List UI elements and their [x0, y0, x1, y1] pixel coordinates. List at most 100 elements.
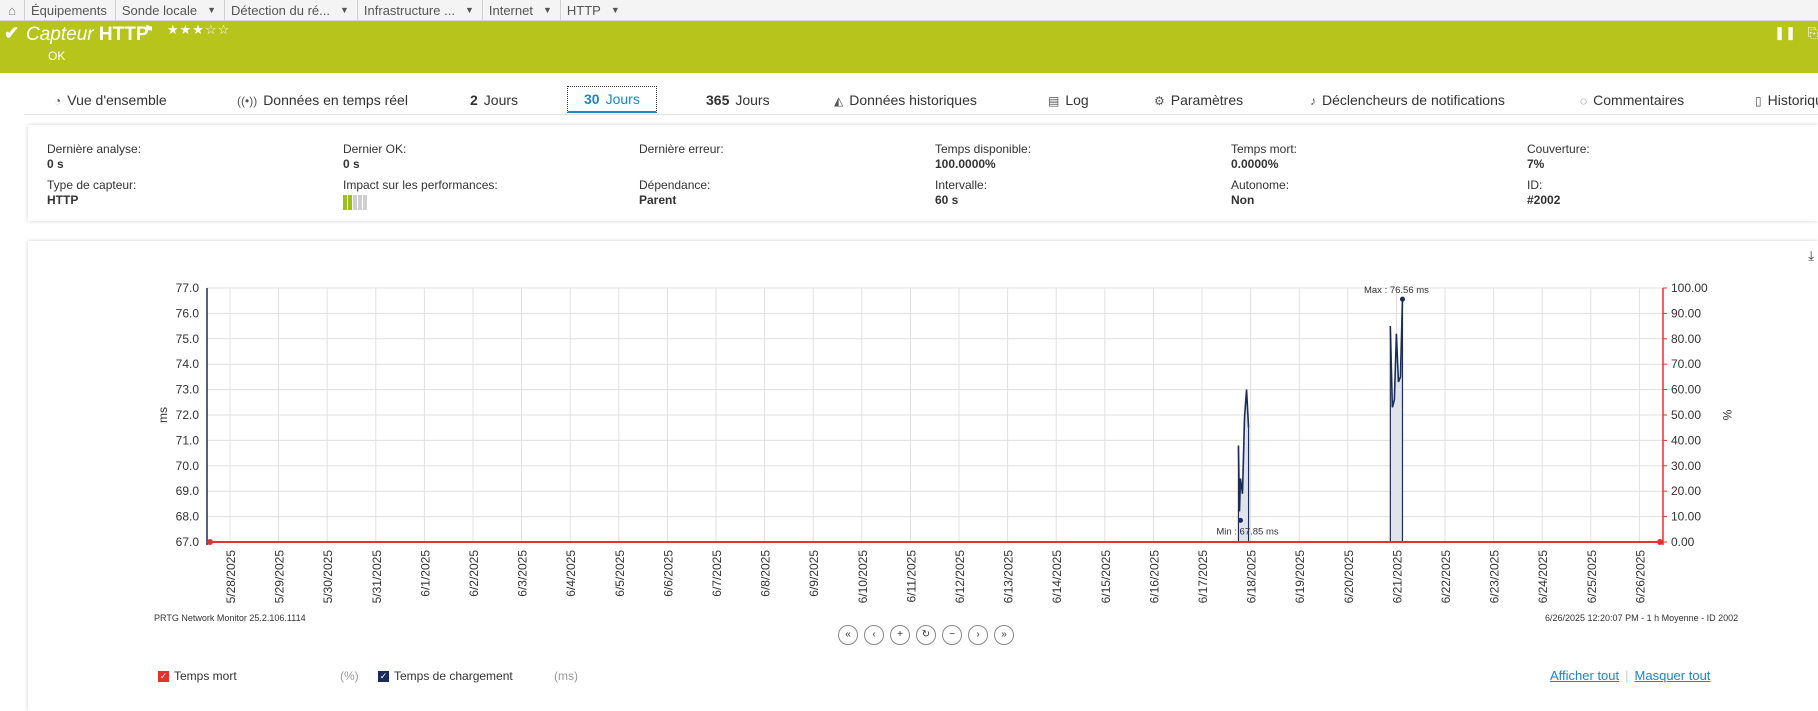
y-tick-label-left: 73.0 — [176, 383, 200, 397]
downtime-endpoint — [1657, 539, 1663, 545]
info-last-error: Dernière erreur: — [639, 142, 724, 157]
info-dependency: Dépendance: Parent — [639, 178, 710, 207]
tab-number: 30 — [584, 91, 600, 107]
tab-log[interactable]: ▤ Log — [1048, 88, 1089, 112]
x-tick-label: 6/13/2025 — [1002, 550, 1016, 604]
info-label: Dernier OK: — [343, 142, 407, 156]
separator: | — [1625, 668, 1629, 683]
breadcrumb-item-internet[interactable]: Internet ▼ — [481, 0, 560, 20]
checkbox-checked-icon[interactable]: ✓ — [378, 670, 389, 682]
info-coverage: Couverture: 7% — [1527, 142, 1590, 171]
y-tick-label-left: 68.0 — [176, 510, 200, 524]
x-tick-label: 6/7/2025 — [710, 550, 724, 597]
breadcrumb-item-infrastructure[interactable]: Infrastructure ... ▼ — [356, 0, 482, 20]
y-tick-label-left: 75.0 — [176, 332, 200, 346]
y-tick-label-right: 0.00 — [1671, 535, 1695, 549]
tab-label: Jours — [605, 91, 640, 107]
pause-icon[interactable]: ❚❚ — [1774, 25, 1796, 40]
info-value: 0 s — [343, 157, 360, 171]
breadcrumb-item-sonde[interactable]: Sonde locale ▼ — [114, 0, 224, 20]
legend-item-downtime[interactable]: ✓ Temps mort — [158, 669, 237, 683]
title-sensor-kind: Capteur — [26, 24, 94, 45]
info-label: Dernière analyse: — [47, 142, 142, 156]
tab-historic-data[interactable]: ◭ Données historiques — [834, 88, 977, 112]
x-tick-label: 6/26/2025 — [1633, 550, 1647, 604]
info-value: 100.0000% — [935, 157, 996, 171]
x-tick-label: 6/1/2025 — [418, 550, 432, 597]
breadcrumb-item-http[interactable]: HTTP ▼ — [559, 0, 628, 20]
checkbox-checked-icon[interactable]: ✓ — [158, 670, 169, 682]
impact-bar — [348, 195, 352, 210]
tab-label: Données en temps réel — [263, 92, 408, 108]
breadcrumb: ⌂ Équipements Sonde locale ▼ Détection du… — [0, 0, 1818, 21]
show-all-link[interactable]: Afficher tout — [1550, 668, 1619, 683]
zoom-out-button[interactable]: − — [942, 625, 962, 645]
last-page-button[interactable]: » — [994, 625, 1014, 645]
tab-notification-triggers[interactable]: ♪ Déclencheurs de notifications — [1310, 88, 1505, 112]
chevron-down-icon[interactable]: ▼ — [543, 5, 552, 15]
y-axis-label-right: % — [1720, 410, 1734, 421]
info-label: ID: — [1527, 178, 1543, 192]
legend-item-loading-time[interactable]: ✓ Temps de chargement — [378, 669, 513, 683]
info-label: Couverture: — [1527, 142, 1590, 156]
breadcrumb-item-detection[interactable]: Détection du ré... ▼ — [223, 0, 357, 20]
tab-history[interactable]: ▯ Historique — [1755, 88, 1818, 112]
home-icon[interactable]: ⌂ — [0, 3, 24, 18]
tab-label: Jours — [735, 92, 770, 108]
tab-live-data[interactable]: ((•)) Données en temps réel — [237, 88, 408, 112]
x-tick-label: 6/24/2025 — [1536, 550, 1550, 604]
tab-30-days[interactable]: 30 Jours — [567, 86, 657, 113]
x-tick-label: 6/19/2025 — [1293, 550, 1307, 604]
clone-icon[interactable]: ⎘ — [1808, 25, 1818, 40]
bell-icon: ♪ — [1310, 94, 1316, 108]
next-button[interactable]: › — [968, 625, 988, 645]
chevron-down-icon[interactable]: ▼ — [611, 5, 620, 15]
tab-settings[interactable]: ⚙ Paramètres — [1154, 88, 1243, 112]
tab-label: Jours — [483, 92, 519, 108]
info-value: #2002 — [1527, 193, 1561, 207]
hide-all-link[interactable]: Masquer tout — [1635, 668, 1711, 683]
chevron-down-icon[interactable]: ▼ — [340, 5, 349, 15]
status-badge: OK — [48, 49, 66, 63]
y-tick-label-right: 100.00 — [1671, 281, 1708, 295]
area-chart-icon: ◭ — [834, 94, 844, 108]
priority-stars[interactable]: ★★★☆☆ — [167, 22, 230, 38]
info-last-scan: Dernière analyse: 0 s — [47, 142, 141, 171]
y-axis-label-left: ms — [156, 407, 170, 423]
x-tick-label: 6/5/2025 — [613, 550, 627, 597]
reset-zoom-button[interactable]: ↻ — [916, 625, 936, 645]
legend-actions: Afficher tout | Masquer tout — [1550, 668, 1710, 683]
tab-comments[interactable]: ◌ Commentaires — [1580, 88, 1684, 112]
info-value: Non — [1231, 193, 1255, 207]
y-tick-label-right: 20.00 — [1671, 484, 1701, 498]
y-tick-label-left: 71.0 — [176, 433, 200, 447]
tab-label: Paramètres — [1170, 92, 1244, 108]
y-tick-label-right: 10.00 — [1671, 510, 1701, 524]
breadcrumb-label: Détection du ré... — [230, 2, 330, 18]
info-last-ok: Dernier OK: 0 s — [343, 142, 406, 171]
tab-label: Commentaires — [1593, 92, 1685, 108]
y-tick-label-right: 60.00 — [1671, 383, 1701, 397]
tab-2-days[interactable]: 2 Jours — [470, 88, 518, 112]
broadcast-icon: ((•)) — [237, 94, 258, 108]
first-page-button[interactable]: « — [838, 625, 858, 645]
tab-365-days[interactable]: 365 Jours — [706, 88, 770, 112]
info-value[interactable]: Parent — [639, 193, 710, 207]
chevron-down-icon[interactable]: ▼ — [465, 5, 474, 15]
previous-button[interactable]: ‹ — [864, 625, 884, 645]
x-tick-label: 6/8/2025 — [759, 550, 773, 597]
breadcrumb-item-equipements[interactable]: Équipements — [24, 0, 115, 20]
x-tick-label: 6/21/2025 — [1390, 550, 1404, 604]
loading-time-chart[interactable]: 77.0 76.0 75.0 74.0 73.0 72.0 71.0 70.0 69.0 68.0… — [0, 241, 1818, 621]
impact-bar — [358, 195, 362, 210]
chevron-down-icon[interactable]: ▼ — [207, 5, 216, 15]
x-tick-label: 6/2/2025 — [467, 550, 481, 597]
y-tick-label-left: 74.0 — [176, 357, 200, 371]
zoom-in-button[interactable]: + — [890, 625, 910, 645]
flag-icon[interactable]: ⚑ — [144, 23, 154, 36]
y-tick-label-left: 72.0 — [176, 408, 200, 422]
tab-overview[interactable]: ◔ Vue d'ensemble — [54, 88, 167, 112]
info-label: Type de capteur: — [47, 178, 137, 192]
max-point — [1399, 296, 1405, 302]
breadcrumb-label: Équipements — [31, 2, 107, 18]
